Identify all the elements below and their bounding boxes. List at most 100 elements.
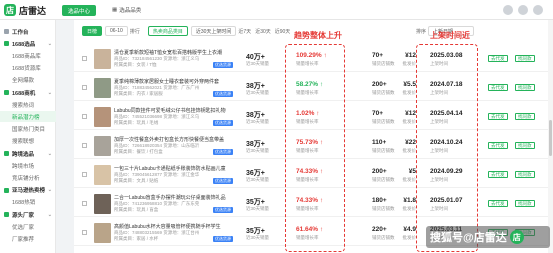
sidebar-item[interactable]: 优选厂家 [0, 221, 56, 232]
dropship-button[interactable]: 去代发 [488, 200, 508, 207]
find-similar-button[interactable]: 找同款 [515, 55, 535, 62]
product-title[interactable]: 清仓夏季新款短袖T恤女宽松百搭韩版学生上衣潮 [114, 49, 250, 56]
sidebar-item[interactable]: 搜索热词 [0, 99, 56, 110]
sidebar-item[interactable]: 搜索联想 [0, 136, 56, 147]
sidebar-item-label: 跨境选品 [12, 151, 35, 158]
product-thumbnail[interactable] [94, 78, 111, 98]
avatar[interactable] [533, 5, 543, 15]
row-checkbox[interactable] [82, 85, 87, 90]
row-checkbox[interactable] [82, 172, 87, 177]
product-thumbnail[interactable] [94, 107, 111, 127]
source-badge[interactable]: 优选货源 [213, 149, 233, 155]
product-title[interactable]: 高颜值Labubu水杯大容量吸管杯便携随手杯学生 [114, 223, 250, 230]
sidebar-item-label: 新品潜力榜 [12, 114, 40, 121]
dropship-button[interactable]: 去代发 [488, 171, 508, 178]
sidebar-item[interactable]: 跨境市场 [0, 160, 56, 171]
sidebar-item[interactable]: 1688商机 ⌄ [0, 87, 56, 98]
sidebar-item[interactable]: 1688热销 [0, 197, 56, 208]
sidebar-item[interactable]: 竞店铺分析 [0, 172, 56, 183]
sidebar-item[interactable]: 亚马逊热卖榜 ⌄ [0, 185, 56, 196]
trend-highlight-box [285, 44, 345, 252]
sidebar-item-label: 搜索联想 [12, 139, 35, 146]
price-caption: 批发价 [402, 235, 417, 240]
row-checkbox[interactable] [82, 114, 87, 119]
find-similar-button[interactable]: 找同款 [515, 171, 535, 178]
chevron-down-icon: ⌄ [47, 187, 52, 194]
category-icon [4, 187, 9, 193]
product-thumbnail[interactable] [94, 136, 111, 156]
app-logo[interactable]: 店 店雷达 [4, 3, 46, 17]
sidebar-item[interactable]: 1688货源库 [0, 63, 56, 74]
sidebar-item[interactable]: 新品潜力榜 [0, 111, 56, 123]
date-annotation: 上架时间近 [430, 31, 470, 40]
sort-label: 排序 [416, 28, 427, 35]
category-link[interactable]: ▦ 选品品类 [112, 6, 141, 14]
sales-caption: 近30天销量 [246, 235, 270, 240]
product-thumbnail[interactable] [94, 223, 111, 243]
help-icon[interactable] [518, 5, 528, 15]
product-category: 所属类目：玩具 / 毛绒 [114, 120, 159, 125]
sidebar-item-label: 厂家推荐 [12, 236, 35, 243]
logo-text: 店雷达 [19, 5, 47, 16]
product-thumbnail[interactable] [94, 165, 111, 185]
source-badge[interactable]: 优选货源 [213, 207, 233, 213]
filter-date[interactable]: 06-10 [105, 26, 128, 36]
sidebar-item[interactable]: 工作台 [0, 26, 56, 37]
product-title[interactable]: 一包三十片Labubu卡通贴纸手账装饰防水贴画儿童 [114, 165, 250, 172]
product-category: 所属类目：内衣 / 家居服 [114, 91, 163, 96]
category-icon [4, 151, 9, 156]
watermark-logo: 店 [509, 230, 524, 244]
find-similar-button[interactable]: 找同款 [515, 142, 535, 149]
source-badge[interactable]: 优选货源 [213, 120, 233, 126]
filter-90d[interactable]: 近90天 [275, 28, 291, 35]
dropship-button[interactable]: 去代发 [488, 142, 508, 149]
filter-30d[interactable]: 近30天 [255, 28, 271, 35]
source-badge[interactable]: 优选货源 [213, 236, 233, 242]
sidebar-item-label: 全网爆款 [12, 78, 35, 85]
sidebar-item[interactable]: 跨境选品 ⌄ [0, 148, 56, 159]
product-thumbnail[interactable] [94, 194, 111, 214]
price-value: ¥1.8 [403, 197, 416, 204]
dropship-button[interactable]: 去代发 [488, 84, 508, 91]
scrollbar-thumb[interactable] [549, 120, 552, 156]
row-checkbox[interactable] [82, 56, 87, 61]
dropship-button[interactable]: 去代发 [488, 113, 508, 120]
notification-icon[interactable] [503, 5, 513, 15]
sidebar-item-label: 优选厂家 [12, 224, 35, 231]
price-value: ¥5 [408, 168, 416, 175]
row-checkbox[interactable] [82, 201, 87, 206]
chevron-down-icon: ⌄ [47, 150, 52, 157]
top-right-tools [503, 5, 543, 15]
row-checkbox[interactable] [82, 230, 87, 235]
find-similar-button[interactable]: 找同款 [515, 200, 535, 207]
trend-annotation: 趋势整体上升 [294, 31, 342, 40]
sidebar-item[interactable]: 国家热门类目 [0, 124, 56, 135]
product-title[interactable]: 夏季纯棉薄款家居服女士睡衣套装可外穿两件套 [114, 78, 250, 85]
sidebar-item-label: 1688热销 [12, 200, 36, 207]
sidebar-item[interactable]: 1688选品 ⌄ [0, 38, 56, 49]
source-badge[interactable]: 优选货源 [213, 91, 233, 97]
price-value: ¥22 [405, 139, 416, 146]
sidebar: 工作台 1688选品 ⌄ 1688商品库 1688货源库全网爆款 1688商机 ⌄ 搜索热词新… [0, 20, 56, 253]
find-similar-button[interactable]: 找同款 [515, 113, 535, 120]
find-similar-button[interactable]: 找同款 [515, 84, 535, 91]
source-badge[interactable]: 优选货源 [213, 62, 233, 68]
sidebar-item[interactable]: 源头厂家 ⌄ [0, 209, 56, 220]
source-badge[interactable]: 优选货源 [213, 178, 233, 184]
sales-caption: 近30天销量 [246, 177, 270, 182]
sidebar-item[interactable]: 全网爆款 [0, 75, 56, 86]
sidebar-item[interactable]: 1688商品库 [0, 50, 56, 61]
filter-daily[interactable]: 日榜 [82, 26, 103, 36]
product-title[interactable]: 加厚一次性餐盒外卖打包盒长方形快餐便当盒带盖 [114, 136, 250, 143]
price-caption: 批发价 [402, 90, 417, 95]
selection-center-button[interactable]: 选品中心 [62, 5, 97, 16]
product-title[interactable]: Labubu同款挂件可爱毛绒公仔书包挂饰钥匙扣礼物 [114, 107, 250, 114]
dropship-button[interactable]: 去代发 [488, 55, 508, 62]
sidebar-item[interactable]: 厂家推荐 [0, 233, 56, 244]
row-checkbox[interactable] [82, 143, 87, 148]
filter-7d[interactable]: 近7天 [238, 28, 251, 35]
filter-shelf-time[interactable]: 近30天上架时间 [190, 26, 237, 36]
product-thumbnail[interactable] [94, 49, 111, 69]
filter-category[interactable]: 热卖商品类目 [147, 26, 188, 36]
product-title[interactable]: 二合一Labubu盲盒手办摆件潮玩公仔桌面装饰礼品 [114, 194, 250, 201]
